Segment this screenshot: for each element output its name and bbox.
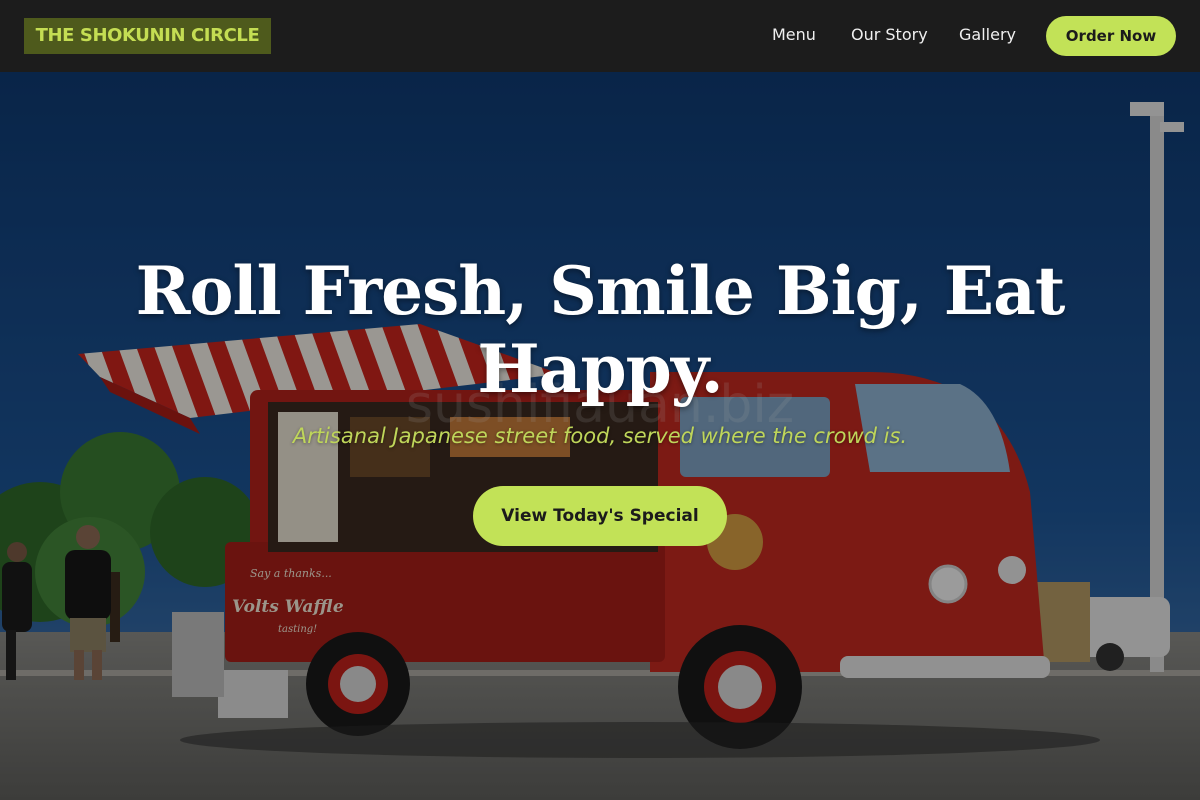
hero-section: Say a thanks... Volts Waffle tasting! su… [0, 72, 1200, 800]
site-header: THE SHOKUNIN CIRCLE Menu Our Story Galle… [0, 0, 1200, 72]
brand-logo[interactable]: THE SHOKUNIN CIRCLE [24, 18, 271, 54]
nav-link-our-story[interactable]: Our Story [851, 24, 928, 46]
hero-headline: Roll Fresh, Smile Big, Eat Happy. [135, 252, 1066, 408]
hero-tagline: Artisanal Japanese street food, served w… [292, 424, 908, 448]
nav-link-gallery[interactable]: Gallery [959, 24, 1016, 46]
order-now-button[interactable]: Order Now [1046, 16, 1176, 56]
nav-link-menu[interactable]: Menu [772, 24, 816, 46]
view-todays-special-button[interactable]: View Today's Special [473, 486, 727, 546]
